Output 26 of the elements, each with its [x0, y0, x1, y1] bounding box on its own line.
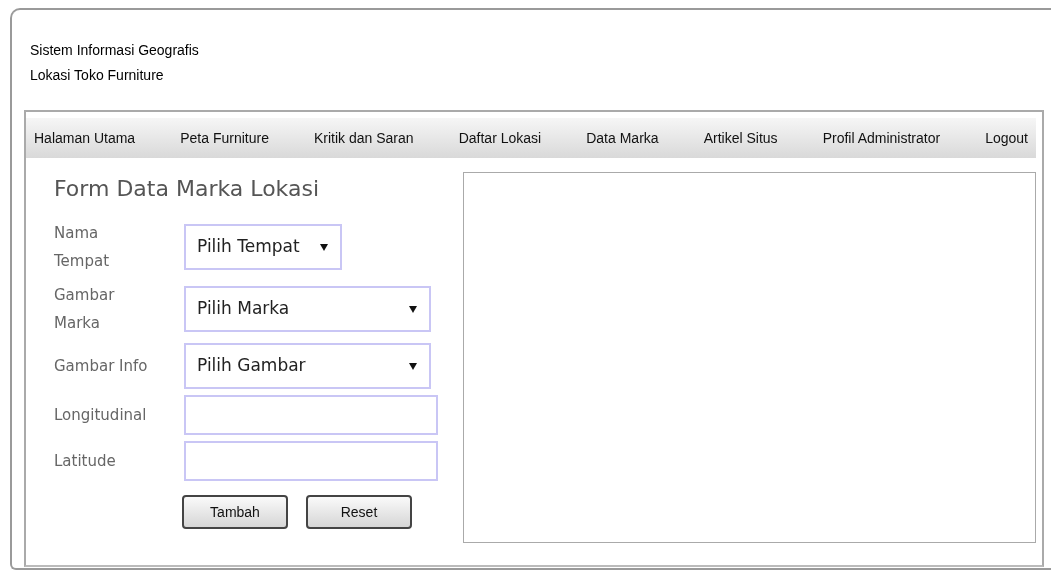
field-label: Longitudinal: [54, 405, 148, 426]
nav-link[interactable]: Kritik dan Saran: [314, 127, 414, 149]
site-title: Sistem Informasi Geografis: [30, 41, 199, 60]
field-label: Gambar Info: [54, 356, 149, 377]
caret-icon: [409, 362, 417, 370]
dropdown[interactable]: Pilih Gambar: [184, 343, 431, 389]
dropdown[interactable]: Pilih Tempat: [184, 224, 342, 270]
form-button[interactable]: Tambah: [182, 495, 288, 529]
nav-link[interactable]: Peta Furniture: [180, 127, 269, 149]
form-title: Form Data Marka Lokasi: [54, 175, 319, 203]
nav-link[interactable]: Daftar Lokasi: [458, 127, 542, 149]
nav-link[interactable]: Halaman Utama: [34, 127, 136, 149]
caret-icon: [409, 305, 417, 313]
nav-link[interactable]: Artikel Situs: [703, 127, 778, 149]
nav-link[interactable]: Logout: [985, 127, 1028, 149]
nav-link[interactable]: Data Marka: [586, 127, 659, 149]
input-field[interactable]: [184, 395, 438, 435]
field-label: Gambar Marka: [54, 285, 116, 334]
field-label: Latitude: [54, 451, 117, 472]
input-field[interactable]: [184, 441, 438, 481]
field-label: Nama Tempat: [54, 223, 111, 272]
dropdown[interactable]: Pilih Marka: [184, 286, 431, 332]
caret-icon: [320, 243, 328, 251]
site-title: Lokasi Toko Furniture: [30, 66, 164, 85]
nav-link[interactable]: Profil Administrator: [822, 127, 941, 149]
form-button[interactable]: Reset: [306, 495, 412, 529]
